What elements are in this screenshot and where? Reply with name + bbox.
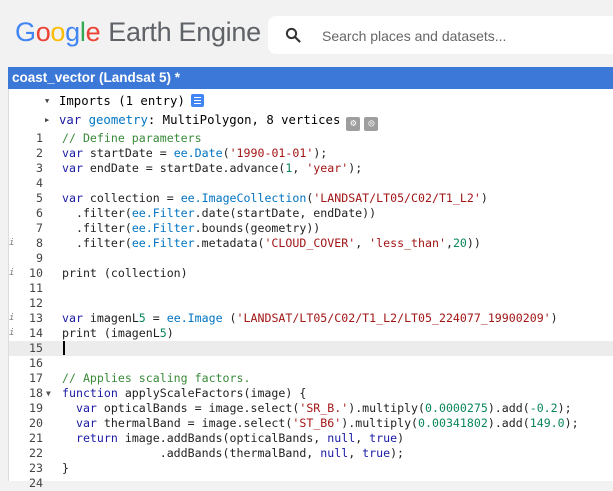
imports-header[interactable]: ▼ Imports (1 entry)	[45, 92, 378, 111]
line-code: var endDate = startDate.advance(1, 'year…	[62, 161, 363, 175]
line-code: return image.addBands(opticalBands, null…	[75, 431, 405, 445]
line-code: print (collection)	[62, 266, 188, 280]
import-var-name[interactable]: geometry	[89, 113, 148, 127]
imports-label: Imports (1 entry)	[59, 94, 185, 108]
code-line[interactable]: 10 i print (collection)	[9, 266, 613, 281]
line-number: 8	[36, 236, 43, 250]
line-number: 19	[29, 401, 43, 415]
code-line[interactable]: 11	[9, 281, 613, 296]
line-number: 2	[36, 146, 43, 160]
line-number: 3	[36, 161, 43, 175]
code-line[interactable]: 4	[9, 176, 613, 191]
line-number: 6	[36, 206, 43, 220]
line-code: .addBands(thermalBand, null, true);	[62, 446, 405, 460]
code-line[interactable]: 9	[9, 251, 613, 266]
code-line[interactable]: 15	[9, 341, 613, 356]
line-code: .filter(ee.Filter.metadata('CLOUD_COVER'…	[62, 236, 481, 250]
collapse-triangle-icon[interactable]: ▼	[45, 92, 59, 111]
code-line[interactable]: 7 .filter(ee.Filter.bounds(geometry))	[9, 221, 613, 236]
code-line[interactable]: 14 i print (imagenL5)	[9, 326, 613, 341]
code-line[interactable]: 12	[9, 296, 613, 311]
line-number: 23	[29, 461, 43, 475]
line-number: 21	[29, 431, 43, 445]
imports-panel: ▼ Imports (1 entry) ▶ var geometry: MultiP…	[45, 92, 379, 131]
app-header: Google Earth Engine	[0, 0, 613, 68]
target-icon[interactable]: ◎	[364, 117, 379, 131]
line-number: 11	[29, 281, 43, 295]
code-line[interactable]: 19 var opticalBands = image.select('SR_B…	[9, 401, 613, 416]
search-icon[interactable]	[285, 27, 301, 43]
line-number: 9	[36, 251, 43, 265]
line-code: function applyScaleFactors(image) {	[62, 386, 307, 400]
line-code: var thermalBand = image.select('ST_B6').…	[75, 416, 579, 430]
line-number: 10	[29, 266, 43, 280]
logo-letter: o	[50, 17, 66, 47]
line-code: .filter(ee.Filter.bounds(geometry))	[62, 221, 321, 235]
line-number: 5	[36, 191, 43, 205]
code-line[interactable]: 22 .addBands(thermalBand, null, true);	[9, 446, 613, 461]
line-number: 16	[29, 356, 43, 370]
line-number: 15	[29, 341, 43, 355]
logo-letter: e	[85, 17, 101, 47]
code-line[interactable]: 16	[9, 356, 613, 371]
script-title: coast_vector (Landsat 5) *	[12, 70, 181, 85]
info-hint-icon[interactable]: i	[9, 311, 14, 326]
line-code: var imagenL5 = ee.Image ('LANDSAT/LT05/C…	[62, 311, 558, 325]
info-hint-icon[interactable]: i	[9, 326, 14, 341]
show-imports-code-icon[interactable]	[190, 94, 204, 107]
line-number: 12	[29, 296, 43, 310]
code-line[interactable]: 17 // Applies scaling factors.	[9, 371, 613, 386]
line-number: 13	[29, 311, 43, 325]
import-var-desc: : MultiPolygon, 8 vertices	[147, 113, 341, 127]
fold-arrow-icon[interactable]: ▼	[46, 386, 51, 401]
logo-letter: g	[65, 17, 80, 47]
search-box	[268, 16, 613, 54]
code-line[interactable]: 13 i var imagenL5 = ee.Image ('LANDSAT/LT0…	[9, 311, 613, 326]
code-editor[interactable]: ▼ Imports (1 entry) ▶ var geometry: MultiP…	[8, 89, 613, 490]
line-number: 1	[36, 131, 43, 145]
line-code: var startDate = ee.Date('1990-01-01');	[62, 146, 328, 160]
code-line[interactable]: 3 var endDate = startDate.advance(1, 'yea…	[9, 161, 613, 176]
gear-icon[interactable]: ⚙	[346, 117, 361, 131]
line-code: }	[62, 461, 69, 475]
info-hint-icon[interactable]: i	[9, 266, 14, 281]
code-line[interactable]: 24	[9, 476, 613, 491]
line-code: var collection = ee.ImageCollection('LAN…	[62, 191, 488, 205]
line-code: var opticalBands = image.select('SR_B.')…	[75, 401, 572, 415]
code-line[interactable]: 6 .filter(ee.Filter.date(startDate, endD…	[9, 206, 613, 221]
import-var-keyword: var	[59, 113, 82, 127]
script-tab[interactable]: coast_vector (Landsat 5) *	[8, 67, 613, 89]
code-line[interactable]: 21 return image.addBands(opticalBands, n…	[9, 431, 613, 446]
line-number: 14	[29, 326, 43, 340]
line-number: 4	[36, 176, 43, 190]
line-code: print (imagenL5)	[62, 326, 174, 340]
line-code: // Define parameters	[62, 131, 202, 145]
line-number: 24	[29, 476, 43, 490]
line-code: .filter(ee.Filter.date(startDate, endDat…	[62, 206, 377, 220]
code-line[interactable]: 8 i .filter(ee.Filter.metadata('CLOUD_COV…	[9, 236, 613, 251]
code-line[interactable]: 20 var thermalBand = image.select('ST_B6…	[9, 416, 613, 431]
line-number: 18	[29, 386, 43, 400]
logo-letter: G	[15, 17, 36, 47]
line-number: 22	[29, 446, 43, 460]
code-line[interactable]: 2 var startDate = ee.Date('1990-01-01');	[9, 146, 613, 161]
code-line[interactable]: 1 // Define parameters	[9, 131, 613, 146]
line-number: 17	[29, 371, 43, 385]
line-number: 7	[36, 221, 43, 235]
search-input[interactable]	[320, 24, 613, 48]
product-name: Earth Engine	[108, 17, 261, 47]
code-line[interactable]: 18 ▼ function applyScaleFactors(image) {	[9, 386, 613, 401]
code-line[interactable]: 23}	[9, 461, 613, 476]
code-line[interactable]: 5 var collection = ee.ImageCollection('LA…	[9, 191, 613, 206]
google-earth-engine-logo[interactable]: Google Earth Engine	[15, 17, 261, 48]
import-entry[interactable]: ▶ var geometry: MultiPolygon, 8 vertices ⚙…	[45, 111, 379, 131]
info-hint-icon[interactable]: i	[9, 236, 14, 251]
logo-letter: o	[35, 17, 51, 47]
expand-triangle-icon[interactable]: ▶	[45, 111, 59, 130]
line-number: 20	[29, 416, 43, 430]
line-code: // Applies scaling factors.	[62, 371, 251, 385]
